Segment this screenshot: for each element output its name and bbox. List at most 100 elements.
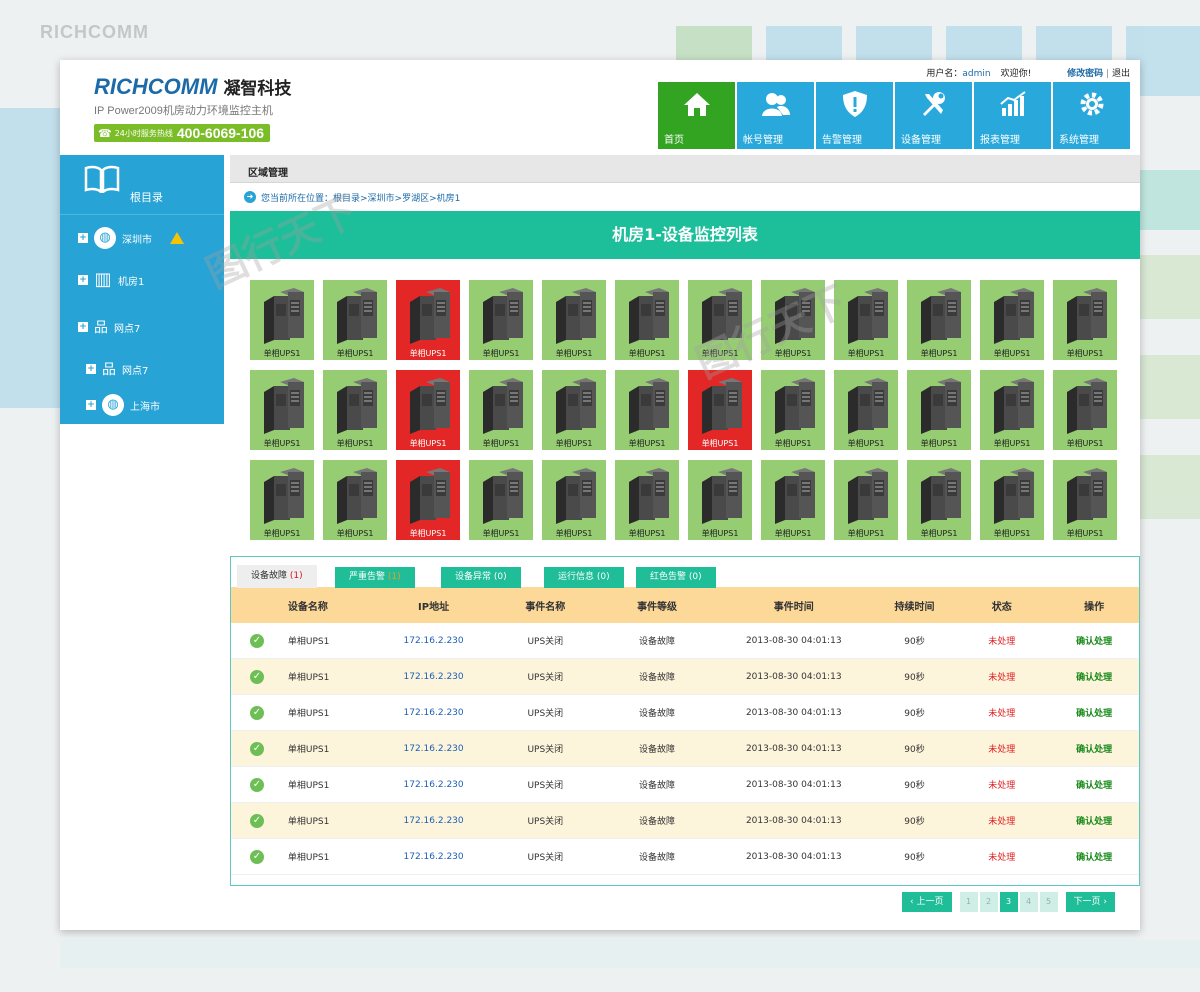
device-label: 单相UPS1: [628, 529, 666, 538]
cell-event-level-text: 设备故障: [639, 781, 676, 791]
sidebar-root[interactable]: 根目录: [60, 155, 224, 215]
logout-link[interactable]: 退出: [1112, 69, 1130, 79]
tab-severe-alarm[interactable]: 严重告警 (1): [335, 567, 415, 588]
device-tile[interactable]: 单相UPS1: [980, 460, 1044, 540]
nav-alarms-label: 告警管理: [822, 135, 862, 146]
cell-event-time: 2013-08-30 04:01:13: [713, 672, 875, 682]
expand-icon[interactable]: +: [78, 322, 88, 332]
sidebar-item-shanghai[interactable]: + ◍ 上海市: [86, 394, 160, 416]
nav-reports[interactable]: 报表管理: [974, 82, 1051, 149]
device-tile[interactable]: 单相UPS1: [1053, 370, 1117, 450]
next-page-button[interactable]: 下一页 ›: [1065, 892, 1115, 912]
nav-alarms[interactable]: 告警管理: [816, 82, 893, 149]
welcome-text: 欢迎你!: [1000, 69, 1032, 79]
device-tile[interactable]: 单相UPS1: [615, 280, 679, 360]
expand-icon[interactable]: +: [86, 364, 96, 374]
device-tile[interactable]: 单相UPS1: [250, 460, 314, 540]
alarm-panel: 设备故障 (1) 严重告警 (1) 设备异常 (0) 运行信息 (0) 红色告警: [230, 556, 1140, 886]
page-number-button[interactable]: 5: [1039, 892, 1058, 912]
confirm-button[interactable]: 确认处理: [1076, 709, 1112, 719]
sidebar-item-site7[interactable]: + 品 网点7: [78, 317, 140, 337]
device-tile[interactable]: 单相UPS1: [834, 280, 898, 360]
device-tile[interactable]: 单相UPS1: [761, 370, 825, 450]
tab-count: (0): [688, 572, 702, 582]
confirm-button[interactable]: 确认处理: [1076, 745, 1112, 755]
change-password-link[interactable]: 修改密码: [1067, 69, 1103, 79]
cell-duration-text: 90秒: [904, 781, 925, 791]
cell-duration-text: 90秒: [904, 637, 925, 647]
expand-icon[interactable]: +: [78, 233, 88, 243]
device-tile[interactable]: 单相UPS1: [396, 370, 460, 450]
device-tile[interactable]: 单相UPS1: [688, 280, 752, 360]
sidebar-item-site7-child[interactable]: + 品 网点7: [86, 359, 148, 379]
device-tile[interactable]: 单相UPS1: [323, 370, 387, 450]
device-tile[interactable]: 单相UPS1: [469, 460, 533, 540]
device-label: 单相UPS1: [409, 439, 447, 448]
device-tile[interactable]: 单相UPS1: [250, 280, 314, 360]
confirm-button[interactable]: 确认处理: [1076, 781, 1112, 791]
device-tile[interactable]: 单相UPS1: [907, 280, 971, 360]
expand-icon[interactable]: +: [78, 275, 88, 285]
nav-home[interactable]: 首页: [658, 82, 735, 149]
logo: RICHCOMM 凝智科技 IP Power2009机房动力环境监控主机 ☎ 24…: [94, 74, 291, 142]
device-tile[interactable]: 单相UPS1: [761, 280, 825, 360]
ups-server-icon: [921, 288, 961, 344]
tab-red-alarm[interactable]: 红色告警 (0): [636, 567, 716, 588]
device-tile[interactable]: 单相UPS1: [396, 460, 460, 540]
device-tile[interactable]: 单相UPS1: [1053, 280, 1117, 360]
nav-devices[interactable]: 设备管理: [895, 82, 972, 149]
device-tile[interactable]: 单相UPS1: [323, 280, 387, 360]
device-tile[interactable]: 单相UPS1: [980, 280, 1044, 360]
device-tile[interactable]: 单相UPS1: [542, 460, 606, 540]
device-tile[interactable]: 单相UPS1: [1053, 460, 1117, 540]
nav-system[interactable]: 系统管理: [1053, 82, 1130, 149]
ip-text: 172.16.2.230: [403, 779, 464, 790]
page-number-button[interactable]: 3: [999, 892, 1018, 912]
device-tile[interactable]: 单相UPS1: [396, 280, 460, 360]
confirm-button[interactable]: 确认处理: [1076, 673, 1112, 683]
tab-device-fault[interactable]: 设备故障 (1): [237, 565, 317, 588]
device-tile[interactable]: 单相UPS1: [834, 460, 898, 540]
confirm-button[interactable]: 确认处理: [1076, 637, 1112, 647]
device-tile[interactable]: 单相UPS1: [542, 370, 606, 450]
check-icon: ✓: [249, 777, 264, 792]
confirm-button[interactable]: 确认处理: [1076, 817, 1112, 827]
nav-accounts[interactable]: 帐号管理: [737, 82, 814, 149]
device-tile[interactable]: 单相UPS1: [250, 370, 314, 450]
device-tile[interactable]: 单相UPS1: [469, 280, 533, 360]
device-tile[interactable]: 单相UPS1: [834, 370, 898, 450]
tab-run-info[interactable]: 运行信息 (0): [544, 567, 624, 588]
breadcrumb-text[interactable]: 您当前所在位置：根目录>深圳市>罗湖区>机房1: [261, 191, 460, 204]
cell-event-level-text: 设备故障: [639, 673, 676, 683]
sidebar-item-shenzhen[interactable]: + ◍ 深圳市: [78, 227, 184, 249]
device-tile[interactable]: 单相UPS1: [761, 460, 825, 540]
device-tile[interactable]: 单相UPS1: [907, 370, 971, 450]
device-tile[interactable]: 单相UPS1: [542, 280, 606, 360]
confirm-button[interactable]: 确认处理: [1076, 853, 1112, 863]
prev-page-button[interactable]: ‹ 上一页: [902, 892, 952, 912]
cell-duration-text: 90秒: [904, 709, 925, 719]
page-number-button[interactable]: 1: [959, 892, 978, 912]
tab-device-abnormal[interactable]: 设备异常 (0): [441, 567, 521, 588]
cell-device-name: 单相UPS1: [283, 850, 378, 863]
header-duration: 持续时间: [894, 601, 935, 613]
status-cell: ✓: [231, 741, 283, 756]
device-tile[interactable]: 单相UPS1: [469, 370, 533, 450]
device-tile[interactable]: 单相UPS1: [323, 460, 387, 540]
hotline-badge: ☎ 24小时服务热线 400-6069-106: [94, 124, 271, 142]
device-tile[interactable]: 单相UPS1: [615, 370, 679, 450]
device-tile[interactable]: 单相UPS1: [688, 460, 752, 540]
sidebar-item-room1[interactable]: + ▥ 机房1: [78, 269, 144, 291]
page-number-button[interactable]: 4: [1019, 892, 1038, 912]
check-icon: ✓: [249, 849, 264, 864]
ups-server-icon: [994, 468, 1034, 524]
expand-icon[interactable]: +: [86, 400, 96, 410]
tab-count: (0): [493, 572, 507, 582]
page-number-button[interactable]: 2: [979, 892, 998, 912]
device-tile[interactable]: 单相UPS1: [907, 460, 971, 540]
ups-server-icon: [483, 468, 523, 524]
status-text: 未处理: [988, 781, 1016, 791]
device-tile[interactable]: 单相UPS1: [980, 370, 1044, 450]
device-tile[interactable]: 单相UPS1: [615, 460, 679, 540]
device-tile[interactable]: 单相UPS1: [688, 370, 752, 450]
